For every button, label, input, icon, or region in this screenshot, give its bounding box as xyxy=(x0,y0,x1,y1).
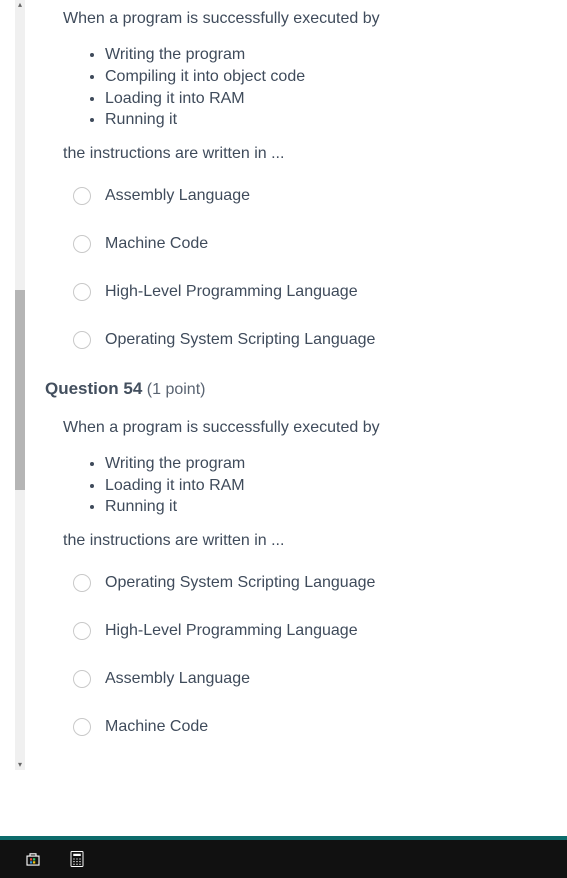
q53-bullet-2: Loading it into RAM xyxy=(105,88,545,110)
q53-bullet-0: Writing the program xyxy=(105,44,545,66)
q53-option-2[interactable]: High-Level Programming Language xyxy=(73,283,545,301)
q53-option-1[interactable]: Machine Code xyxy=(73,235,545,253)
radio-unchecked-icon xyxy=(73,622,91,640)
q54-option-0-label: Operating System Scripting Language xyxy=(105,574,375,592)
q53-bullet-1: Compiling it into object code xyxy=(105,66,545,88)
scroll-down-arrow[interactable]: ▾ xyxy=(15,760,25,770)
q53-bullet-3: Running it xyxy=(105,109,545,131)
q54-option-1[interactable]: High-Level Programming Language xyxy=(73,622,545,640)
radio-unchecked-icon xyxy=(73,670,91,688)
q54-title: Question 54 xyxy=(45,379,142,398)
radio-unchecked-icon xyxy=(73,331,91,349)
q54-option-2-label: Assembly Language xyxy=(105,670,250,688)
q53-option-0-label: Assembly Language xyxy=(105,187,250,205)
q54-stem: When a program is successfully executed … xyxy=(63,417,545,439)
radio-unchecked-icon xyxy=(73,235,91,253)
q54-option-2[interactable]: Assembly Language xyxy=(73,670,545,688)
q54-conclude: the instructions are written in ... xyxy=(63,532,545,550)
q54-bullet-1: Loading it into RAM xyxy=(105,475,545,497)
q54-option-3[interactable]: Machine Code xyxy=(73,718,545,736)
quiz-content: When a program is successfully executed … xyxy=(45,0,545,766)
calculator-icon[interactable] xyxy=(60,842,94,876)
scrollbar-thumb[interactable] xyxy=(15,290,25,490)
q54-bullet-2: Running it xyxy=(105,496,545,518)
q53-conclude: the instructions are written in ... xyxy=(63,145,545,163)
radio-unchecked-icon xyxy=(73,574,91,592)
radio-unchecked-icon xyxy=(73,187,91,205)
q53-bullets: Writing the program Compiling it into ob… xyxy=(63,44,545,130)
q54-bullet-0: Writing the program xyxy=(105,453,545,475)
quiz-viewport: ▴ ▾ When a program is successfully execu… xyxy=(0,0,567,878)
question-53-body: When a program is successfully executed … xyxy=(45,8,545,349)
question-54-body: When a program is successfully executed … xyxy=(45,417,545,736)
scroll-up-arrow[interactable]: ▴ xyxy=(15,0,25,10)
q53-option-3[interactable]: Operating System Scripting Language xyxy=(73,331,545,349)
q53-option-2-label: High-Level Programming Language xyxy=(105,283,358,301)
taskbar xyxy=(0,840,567,878)
radio-unchecked-icon xyxy=(73,283,91,301)
q53-option-3-label: Operating System Scripting Language xyxy=(105,331,375,349)
microsoft-store-icon[interactable] xyxy=(16,842,50,876)
q53-option-1-label: Machine Code xyxy=(105,235,208,253)
q54-option-0[interactable]: Operating System Scripting Language xyxy=(73,574,545,592)
q53-options: Assembly Language Machine Code High-Leve… xyxy=(63,187,545,349)
q54-option-1-label: High-Level Programming Language xyxy=(105,622,358,640)
q54-points: (1 point) xyxy=(147,381,206,398)
q53-stem: When a program is successfully executed … xyxy=(63,8,545,30)
q54-bullets: Writing the program Loading it into RAM … xyxy=(63,453,545,518)
radio-unchecked-icon xyxy=(73,718,91,736)
q53-option-0[interactable]: Assembly Language xyxy=(73,187,545,205)
q54-options: Operating System Scripting Language High… xyxy=(63,574,545,736)
q54-option-3-label: Machine Code xyxy=(105,718,208,736)
question-54-header: Question 54 (1 point) xyxy=(45,379,545,399)
